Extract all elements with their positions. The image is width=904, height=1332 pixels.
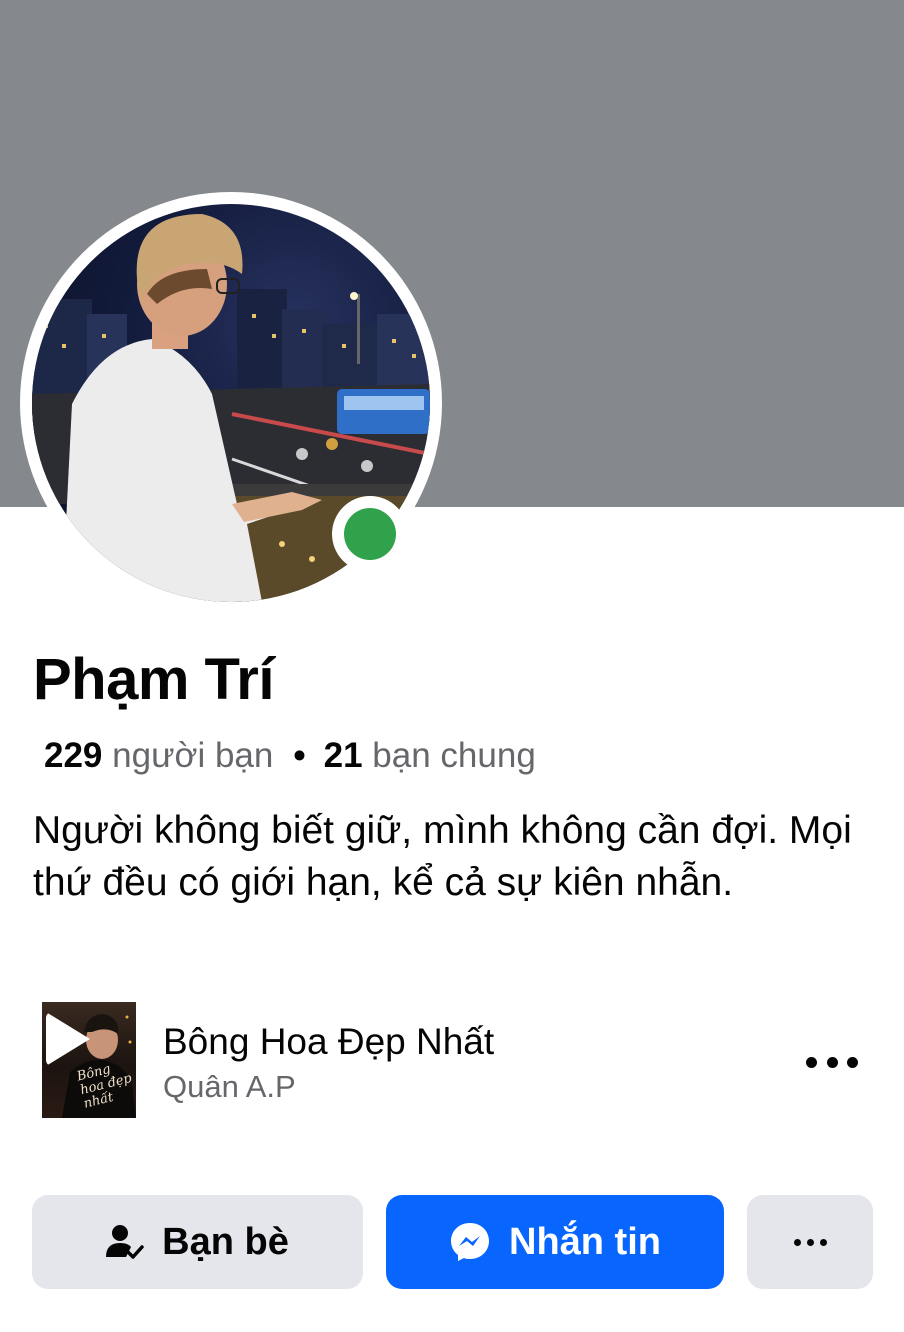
friends-count[interactable]: 229: [44, 736, 102, 775]
more-horizontal-icon: [793, 1238, 827, 1246]
album-art[interactable]: Bông hoa đẹp nhất: [42, 1002, 136, 1118]
message-button-label: Nhắn tin: [509, 1220, 661, 1263]
friends-button[interactable]: Bạn bè: [32, 1195, 363, 1289]
messenger-icon: [449, 1221, 491, 1263]
mutual-friends-count[interactable]: 21: [324, 736, 363, 775]
message-button[interactable]: Nhắn tin: [386, 1195, 724, 1289]
friends-label[interactable]: người bạn: [112, 736, 273, 775]
more-button[interactable]: [747, 1195, 873, 1289]
profile-bio: Người không biết giữ, mình không cần đợi…: [33, 809, 852, 904]
mutual-friends-label[interactable]: bạn chung: [372, 736, 535, 775]
profile-name: Phạm Trí: [33, 647, 274, 712]
online-dot: [344, 508, 396, 560]
friend-stats: 229 người bạn • 21 bạn chung: [44, 733, 536, 779]
online-status-indicator: [332, 496, 408, 572]
more-horizontal-icon[interactable]: [806, 1050, 858, 1074]
friends-button-label: Bạn bè: [162, 1220, 289, 1263]
song-title[interactable]: Bông Hoa Đẹp Nhất: [163, 1020, 494, 1064]
profile-music[interactable]: Bông hoa đẹp nhất Bông Hoa Đẹp Nhất Quân A…: [42, 1002, 862, 1120]
stats-separator: •: [293, 736, 306, 775]
person-check-icon: [106, 1223, 144, 1261]
play-icon[interactable]: [46, 1012, 90, 1066]
song-artist[interactable]: Quân A.P: [163, 1068, 296, 1106]
